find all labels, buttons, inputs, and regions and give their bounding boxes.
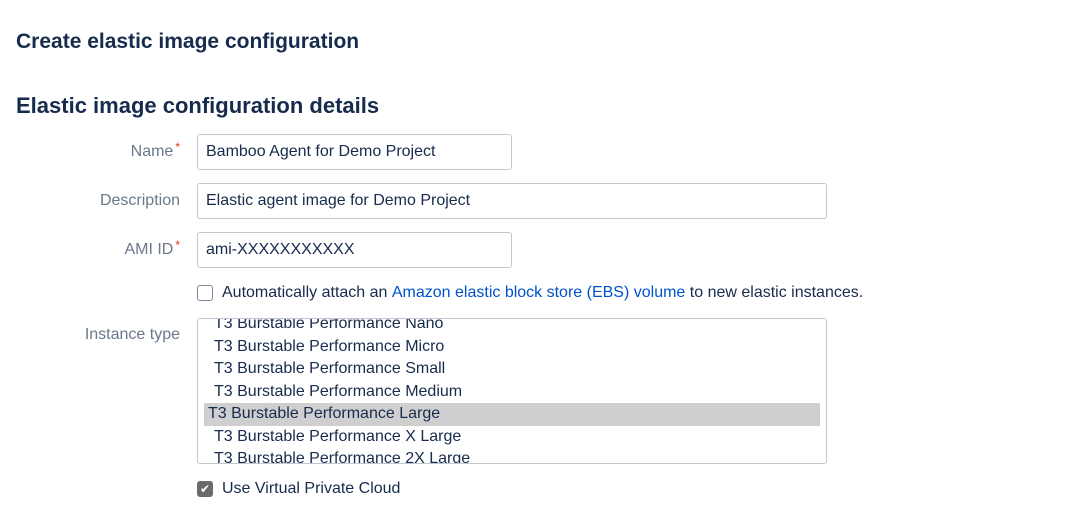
instance-type-listbox[interactable]: T3 Burstable Performance Nano T3 Burstabl… (197, 318, 827, 464)
page-title: Create elastic image configuration (16, 30, 360, 53)
instance-type-option[interactable]: T3 Burstable Performance Nano (204, 319, 820, 336)
checkmark-icon: ✔ (199, 482, 211, 496)
ami-id-input[interactable] (197, 232, 512, 268)
name-label: Name * (130, 140, 180, 160)
name-input[interactable] (197, 134, 512, 170)
ebs-text-after: to new elastic instances. (685, 284, 864, 301)
instance-type-option[interactable]: T3 Burstable Performance Medium (204, 381, 820, 404)
required-asterisk: * (175, 238, 180, 252)
ami-id-label: AMI ID * (124, 238, 180, 258)
vpc-checkbox[interactable]: ✔ (197, 481, 213, 497)
description-input[interactable] (197, 183, 827, 219)
vpc-checkbox-row: ✔ Use Virtual Private Cloud (197, 480, 400, 498)
ebs-checkbox-row: Automatically attach an Amazon elastic b… (197, 284, 863, 302)
instance-type-options: T3 Burstable Performance Nano T3 Burstabl… (198, 319, 826, 463)
ebs-text-before: Automatically attach an (222, 284, 392, 301)
ebs-checkbox[interactable] (197, 285, 213, 301)
instance-type-label: Instance type (84, 326, 180, 343)
vpc-label: Use Virtual Private Cloud (222, 480, 401, 497)
ebs-volume-link[interactable]: Amazon elastic block store (EBS) volume (392, 284, 685, 302)
section-title: Elastic image configuration details (16, 93, 380, 118)
instance-type-option[interactable]: T3 Burstable Performance 2X Large (204, 448, 820, 463)
instance-type-option[interactable]: T3 Burstable Performance Micro (204, 336, 820, 359)
instance-type-option[interactable]: T3 Burstable Performance X Large (204, 426, 820, 449)
description-label: Description (99, 192, 180, 209)
required-asterisk: * (175, 140, 180, 154)
instance-type-option[interactable]: T3 Burstable Performance Small (204, 358, 820, 381)
instance-type-option[interactable]: T3 Burstable Performance Large (204, 403, 820, 426)
